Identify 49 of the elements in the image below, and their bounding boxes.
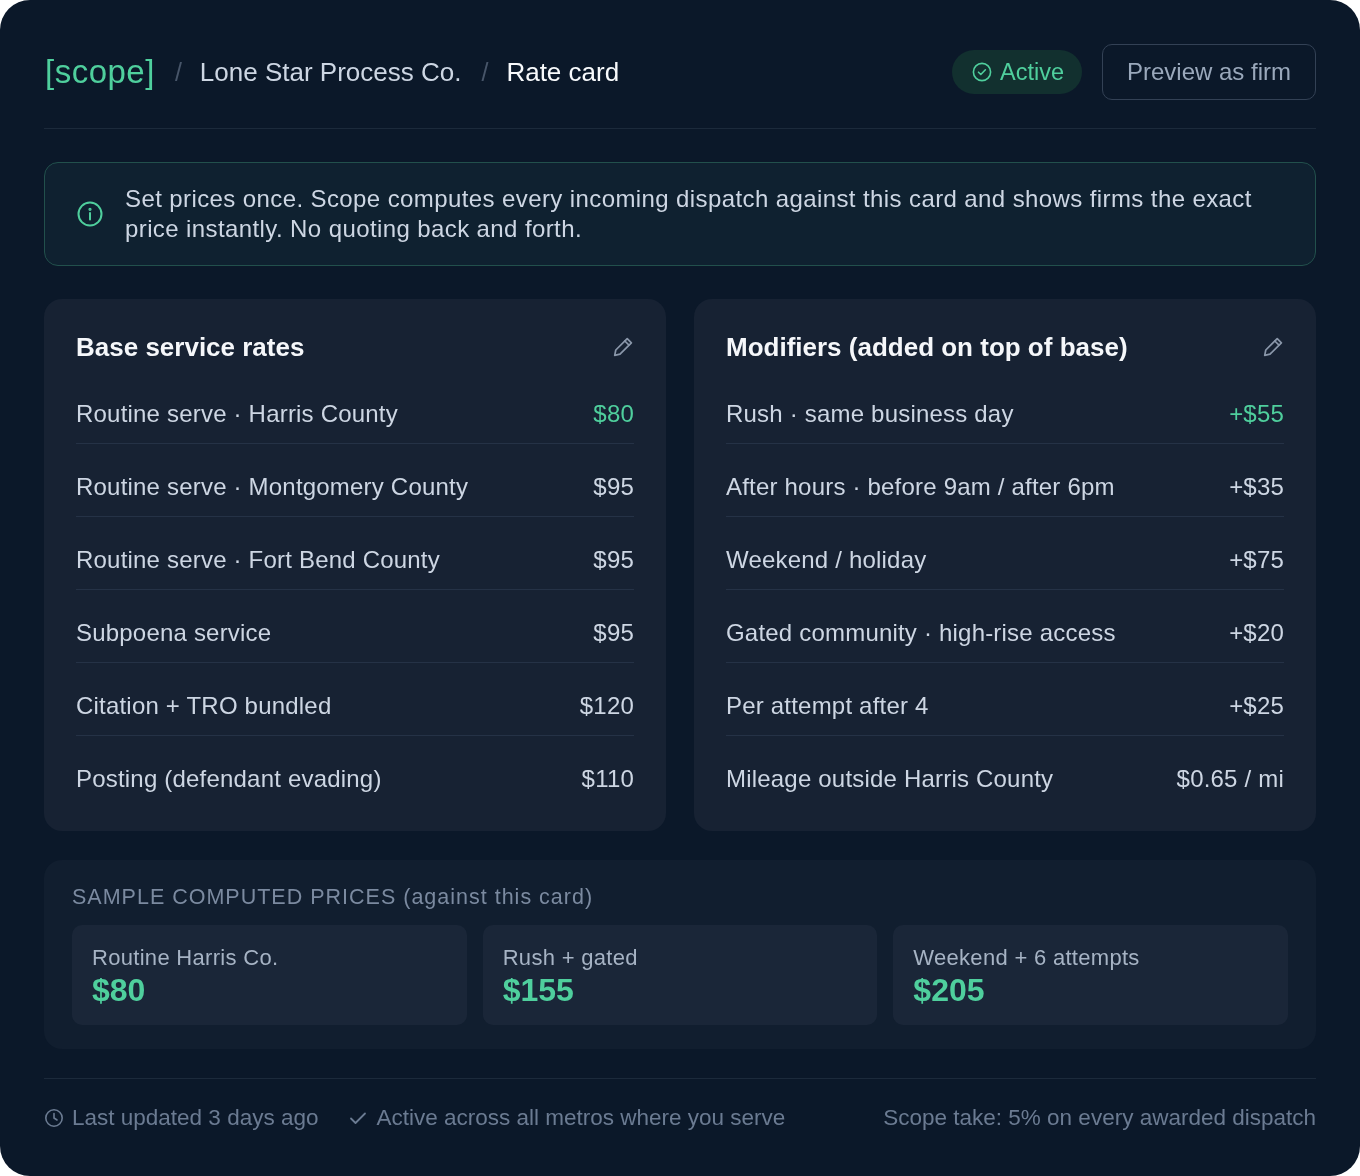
preview-button[interactable]: Preview as firm — [1101, 44, 1316, 100]
sample-label: Rush + gated — [502, 944, 639, 972]
info-icon — [77, 201, 103, 227]
rate-label: Weekend / holiday — [726, 545, 927, 575]
check-circle-icon — [971, 62, 992, 82]
rate-price: +$75 — [1229, 545, 1284, 575]
rate-label: Routine serve · Harris County — [76, 399, 398, 429]
footer-text: Last updated 3 days ago — [72, 1105, 319, 1131]
rate-price: +$20 — [1229, 618, 1284, 648]
rate-label: Per attempt after 4 — [726, 691, 929, 721]
card-title: Modifiers (added on top of base) — [726, 331, 1128, 363]
sample-price: $80 — [92, 972, 147, 1008]
sample-label: Weekend + 6 attempts — [913, 944, 1141, 972]
rate-label: Posting (defendant evading) — [76, 764, 382, 794]
rate-label: After hours · before 9am / after 6pm — [726, 472, 1115, 502]
rate-price: $0.65 / mi — [1176, 764, 1284, 794]
footer-text: Active across all metros where you serve — [376, 1105, 786, 1131]
rate-label: Subpoena service — [76, 618, 272, 648]
clock-icon — [44, 1108, 64, 1128]
rate-price: +$25 — [1229, 691, 1284, 721]
rate-price: $95 — [593, 545, 634, 575]
rate-label: Routine serve · Fort Bend County — [76, 545, 440, 575]
rate-price: $80 — [593, 399, 634, 429]
rate-label: Citation + TRO bundled — [76, 691, 332, 721]
rate-price: +$35 — [1229, 472, 1284, 502]
breadcrumb-item[interactable]: Rate card — [506, 56, 620, 88]
logo[interactable]: [scope] — [45, 44, 155, 100]
samples-heading: SAMPLE COMPUTED PRICES (against this card) — [72, 884, 595, 910]
rate-label: Routine serve · Montgomery County — [76, 472, 469, 502]
info-text: Set prices once. Scope computes every incoming dispatch against this card and shows firms the exact price instantly. No quoting back and forth. — [125, 184, 1253, 244]
pencil-icon[interactable] — [612, 336, 634, 358]
rate-price: +$55 — [1229, 399, 1284, 429]
rate-label: Mileage outside Harris County — [726, 764, 1054, 794]
footer-text: Scope take: 5% on every awarded dispatch — [883, 1105, 1316, 1131]
sample-label: Routine Harris Co. — [92, 944, 280, 972]
sample-price: $205 — [913, 972, 986, 1008]
sample-price: $155 — [502, 972, 575, 1008]
rate-price: $95 — [593, 618, 634, 648]
rate-label: Rush · same business day — [726, 399, 1014, 429]
rate-price: $95 — [593, 472, 634, 502]
breadcrumb-separator: / — [174, 57, 182, 87]
breadcrumb-item[interactable]: Lone Star Process Co. — [199, 56, 462, 88]
breadcrumb-separator: / — [481, 57, 489, 87]
pencil-icon[interactable] — [1262, 336, 1284, 358]
rate-price: $110 — [581, 764, 634, 794]
rate-price: $120 — [579, 691, 634, 721]
rate-label: Gated community · high-rise access — [726, 618, 1116, 648]
card-title: Base service rates — [76, 331, 305, 363]
status-label: Active — [999, 58, 1064, 86]
